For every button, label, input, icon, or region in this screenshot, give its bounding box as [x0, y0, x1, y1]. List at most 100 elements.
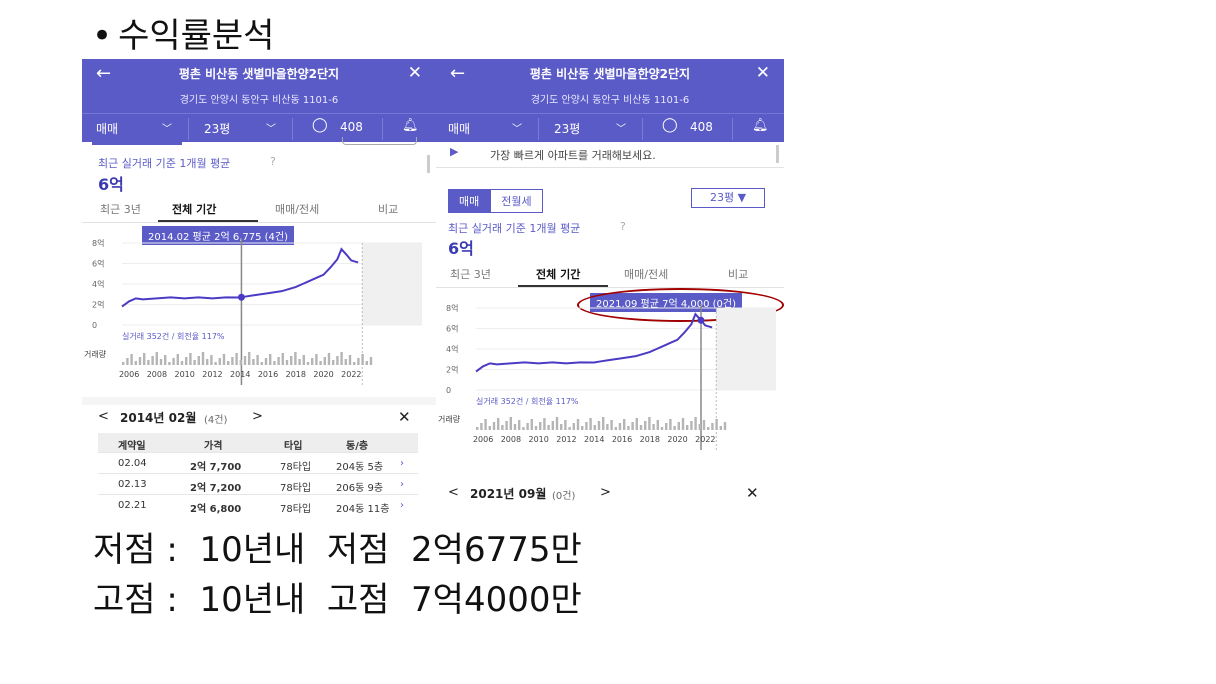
cell-building: 206동 9층 — [336, 483, 384, 494]
x-tick-label: 2012 — [556, 435, 576, 444]
chevron-right-icon: › — [400, 479, 404, 490]
tab-compare[interactable]: 비교 — [378, 201, 398, 217]
volume-bar — [639, 425, 643, 430]
volume-bar — [227, 361, 230, 365]
tab-recent-3y[interactable]: 최근 3년 — [100, 201, 141, 217]
next-month-button[interactable]: > — [600, 485, 611, 500]
close-icon[interactable]: ✕ — [746, 484, 759, 502]
pill-rent[interactable]: 전월세 — [490, 189, 543, 213]
pill-sale[interactable]: 매매 — [448, 189, 491, 213]
x-tick-label: 2014 — [584, 435, 604, 444]
app-header: ← 평촌 비산동 샛별마을한양2단지 ✕ 경기도 안양시 동안구 비산동 110… — [436, 59, 784, 142]
volume-bar — [134, 361, 137, 365]
chevron-down-icon: ﹀ — [162, 124, 172, 135]
area-dropdown[interactable]: 23평 — [554, 120, 580, 137]
cell-price: 2억 7,700 — [190, 462, 242, 473]
volume-bar — [656, 420, 659, 430]
volume-bar — [698, 424, 701, 430]
comment-count[interactable]: 408 — [340, 120, 363, 134]
bell-icon[interactable]: 🔔︎ — [402, 118, 419, 133]
volume-bar — [614, 427, 617, 430]
volume-bar — [581, 426, 584, 430]
comment-count[interactable]: 408 — [690, 120, 713, 134]
volume-bar — [176, 354, 179, 365]
volume-bar — [665, 423, 668, 430]
volume-bar — [522, 427, 525, 430]
volume-bar — [589, 418, 592, 430]
price-chart[interactable]: 8억 6억 4억 2억 0 실거래 352건 / 회전율 117% 거래량 2006 2008 2… — [436, 304, 784, 454]
tab-all-period[interactable]: 전체 기간 — [172, 201, 216, 217]
volume-bar — [277, 357, 280, 365]
x-tick-label: 2022 — [695, 435, 715, 444]
volume-bar — [231, 357, 234, 365]
volume-bar — [534, 426, 538, 430]
help-icon[interactable]: ? — [620, 220, 626, 233]
chevron-right-icon: › — [400, 458, 404, 469]
month-title: 2021년 09월 — [470, 487, 547, 501]
tab-recent-3y[interactable]: 최근 3년 — [450, 266, 491, 282]
volume-bar — [172, 358, 175, 365]
area-select[interactable]: 23평 ▼ — [691, 188, 765, 208]
cell-type: 78타입 — [280, 504, 312, 515]
deal-type-dropdown[interactable]: 매매 — [448, 120, 470, 137]
close-icon[interactable]: ✕ — [398, 408, 411, 426]
volume-bar — [518, 420, 521, 430]
prev-month-button[interactable]: < — [98, 409, 109, 424]
table-row[interactable]: 02.04 2억 7,700 78타입 204동 5층 › — [98, 454, 418, 474]
price-chart[interactable]: 8억 6억 4억 2억 0 실거래 352건 / 회전율 117% 거래량 2006 2008 2… — [82, 239, 436, 389]
tab-compare[interactable]: 비교 — [728, 266, 748, 282]
y-tick-label: 0 — [92, 321, 97, 330]
volume-bar — [197, 356, 200, 365]
deal-type-dropdown[interactable]: 매매 — [96, 120, 118, 137]
area-dropdown[interactable]: 23평 — [204, 120, 230, 137]
x-tick-label: 2014 — [230, 370, 250, 379]
future-shade — [362, 243, 422, 325]
volume-bar — [543, 418, 546, 430]
prev-month-button[interactable]: < — [448, 485, 459, 500]
volume-bar — [353, 362, 356, 365]
volume-bar — [602, 417, 605, 430]
complex-address: 경기도 안양시 동안구 비산동 1101-6 — [530, 95, 690, 106]
progress-indicator — [92, 142, 182, 145]
volume-bar — [138, 357, 142, 365]
volume-bar — [298, 359, 301, 365]
volume-bar — [348, 355, 352, 365]
bullet-glyph: • — [92, 16, 113, 56]
volume-bar — [260, 362, 263, 365]
tab-sale-jeonse[interactable]: 매매/전세 — [275, 201, 319, 217]
volume-bar — [185, 357, 188, 365]
tab-sale-jeonse[interactable]: 매매/전세 — [624, 266, 668, 282]
scrollbar[interactable] — [427, 155, 430, 173]
volume-bar — [585, 422, 588, 430]
hover-point — [697, 316, 705, 324]
scrollbar[interactable] — [776, 145, 779, 163]
x-tick-label: 2020 — [667, 435, 687, 444]
x-tick-label: 2018 — [640, 435, 660, 444]
cell-date: 02.04 — [118, 458, 147, 469]
section-gap — [82, 397, 436, 405]
y-tick-label: 6억 — [446, 324, 458, 334]
volume-bar — [168, 362, 171, 365]
volume-bar — [652, 424, 655, 430]
close-icon[interactable]: ✕ — [408, 63, 422, 83]
volume-bar — [576, 419, 580, 430]
volume-bar — [155, 352, 158, 365]
bell-icon[interactable]: 🔔︎ — [752, 118, 769, 133]
volume-bar — [130, 354, 133, 365]
volume-bar — [476, 427, 479, 430]
volume-bar — [669, 419, 672, 430]
cell-building: 204동 11층 — [336, 504, 390, 515]
table-row[interactable]: 02.21 2억 6,800 78타입 204동 11층 › — [98, 496, 418, 515]
volume-bar — [635, 418, 638, 430]
close-icon[interactable]: ✕ — [756, 63, 770, 83]
divider — [732, 118, 733, 140]
tab-all-period[interactable]: 전체 기간 — [536, 266, 580, 282]
help-icon[interactable]: ? — [270, 155, 276, 168]
table-row[interactable]: 02.13 2억 7,200 78타입 206동 9층 › — [98, 475, 418, 495]
next-month-button[interactable]: > — [252, 409, 263, 424]
volume-bar — [143, 353, 146, 365]
flag-icon: ▶ — [450, 145, 459, 158]
promo-text[interactable]: 가장 빠르게 아파트를 거래해보세요. — [490, 147, 656, 163]
transaction-table: 계약일 가격 타입 동/층 02.04 2억 7,700 78타입 204동 5… — [98, 433, 418, 515]
volume-bar — [281, 353, 284, 365]
